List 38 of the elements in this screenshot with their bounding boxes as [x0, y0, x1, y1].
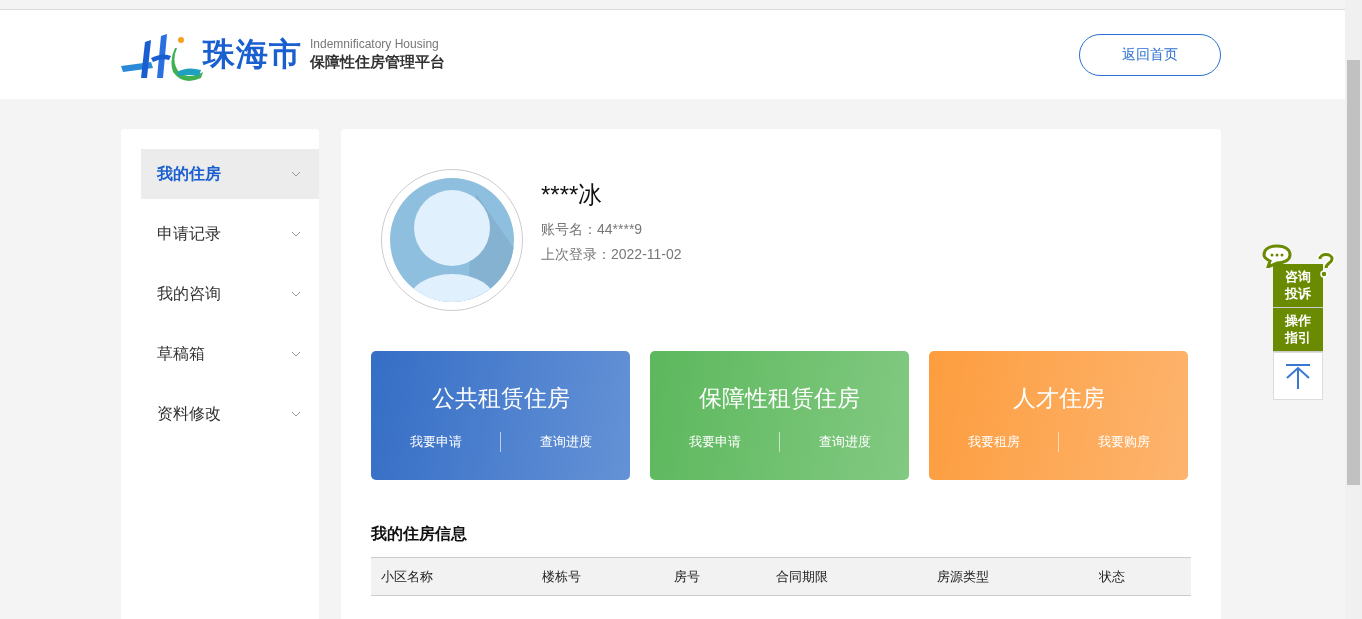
consult-button[interactable]: 咨询投诉	[1273, 264, 1323, 308]
sidebar-item[interactable]: 申请记录	[141, 209, 319, 259]
column-header: 合同期限	[776, 567, 829, 586]
card-title: 公共租赁住房	[431, 384, 570, 413]
column-header: 房号	[674, 567, 701, 586]
chevron-down-icon	[291, 291, 301, 297]
account-name: 账号名：44****9	[541, 220, 644, 239]
card-title: 人才住房	[1012, 384, 1105, 413]
card-link[interactable]: 我要申请	[371, 433, 500, 451]
sidebar-item[interactable]: 资料修改	[141, 389, 319, 439]
chevron-down-icon	[291, 231, 301, 237]
logo-text: 珠海市	[203, 34, 302, 74]
logo-subtitle: Indemnificatory Housing	[310, 37, 440, 52]
chat-bubble-icon	[1262, 244, 1292, 268]
column-header: 小区名称	[381, 567, 434, 586]
last-login: 上次登录：2022-11-02	[541, 245, 682, 264]
card-title: 保障性租赁住房	[699, 384, 860, 413]
back-to-top-button[interactable]	[1273, 352, 1323, 400]
section-title: 我的住房信息	[371, 524, 468, 544]
column-header: 楼栋号	[542, 567, 582, 586]
card-link[interactable]: 查询进度	[501, 433, 630, 451]
question-mark-icon	[1316, 250, 1336, 278]
chevron-down-icon	[291, 171, 301, 177]
chevron-down-icon	[291, 411, 301, 417]
scrollbar[interactable]	[1345, 0, 1362, 619]
user-name: ****冰	[541, 180, 604, 210]
logo-subtitle: 保障性住房管理平台	[310, 52, 445, 72]
arrow-up-icon	[1285, 363, 1311, 389]
home-button[interactable]: 返回首页	[1079, 33, 1221, 76]
sidebar-item[interactable]: 草稿箱	[141, 329, 319, 379]
column-header: 状态	[1099, 567, 1126, 586]
chevron-down-icon	[291, 351, 301, 357]
card-link[interactable]: 我要申请	[650, 433, 779, 451]
guide-button[interactable]: 操作指引	[1273, 308, 1323, 352]
sidebar-item[interactable]: 我的住房	[141, 149, 319, 199]
sidebar-item[interactable]: 我的咨询	[141, 269, 319, 319]
column-header: 房源类型	[937, 567, 990, 586]
logo-icon	[121, 31, 203, 82]
